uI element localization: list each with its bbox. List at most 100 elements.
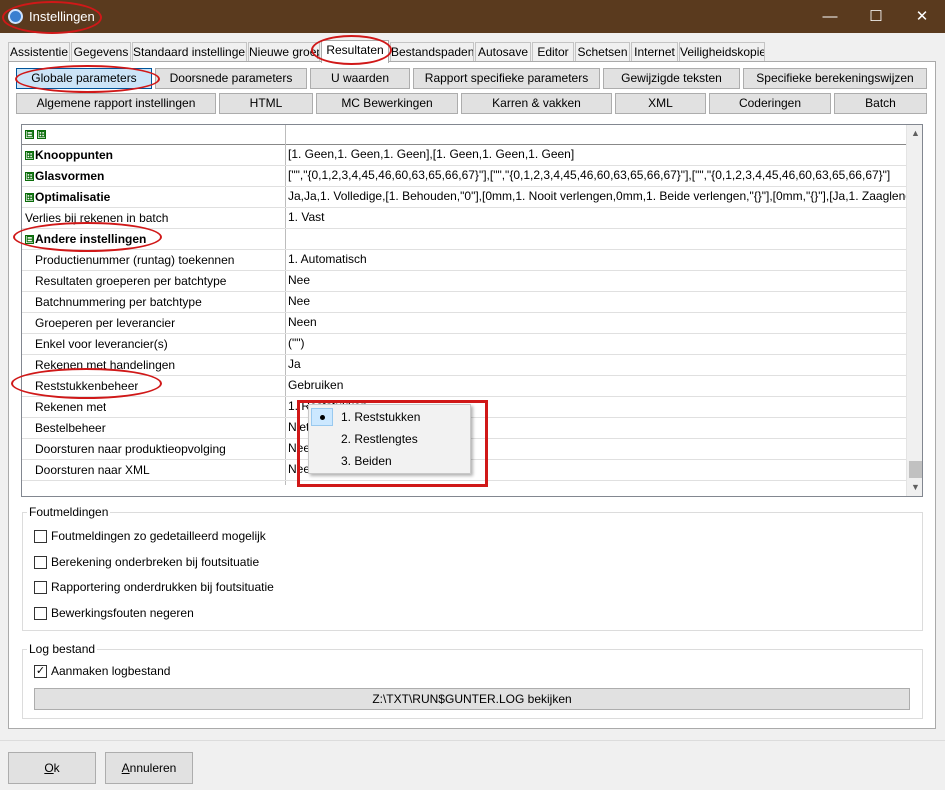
checkbox-label: Berekening onderbreken bij foutsituatie xyxy=(51,555,260,569)
grid-row-optimalisatie[interactable]: ⊞ Optimalisatie Ja,Ja,1. Volledige,[1. B… xyxy=(22,187,906,208)
property-grid: ⊟ ⊞ ⊞ Knooppunten [1. Geen,1. Geen,1. Ge… xyxy=(21,124,923,497)
xml-button[interactable]: XML xyxy=(615,93,706,114)
view-log-button[interactable]: Z:\TXT\RUN$GUNTER.LOG bekijken xyxy=(34,688,910,710)
mc-bewerkingen-button[interactable]: MC Bewerkingen xyxy=(316,93,458,114)
row-value: ["","{0,1,2,3,4,45,46,60,63,65,66,67}"],… xyxy=(288,168,891,182)
tab-resultaten[interactable]: Resultaten xyxy=(321,40,389,63)
grid-row-glasvormen[interactable]: ⊞ Glasvormen ["","{0,1,2,3,4,45,46,60,63… xyxy=(22,166,906,187)
row-name: Rekenen met xyxy=(35,400,107,414)
row-name: Resultaten groeperen per batchtype xyxy=(35,274,227,288)
grid-row-rekenen-met-handelingen[interactable]: Rekenen met handelingen Ja xyxy=(22,355,906,376)
window-title: Instellingen xyxy=(29,9,95,24)
option-label: 3. Beiden xyxy=(341,454,392,468)
doorsnede-parameters-button[interactable]: Doorsnede parameters xyxy=(155,68,307,89)
collapse-all-icon[interactable]: ⊟ xyxy=(25,130,34,139)
minimize-button[interactable]: — xyxy=(807,0,853,33)
close-button[interactable]: ✕ xyxy=(899,0,945,33)
cancel-button[interactable]: Annuleren xyxy=(105,752,193,784)
checkbox-rapportering-onderdrukken[interactable]: Rapportering onderdrukken bij foutsituat… xyxy=(34,580,434,596)
tab-standaard-instellingen[interactable]: Standaard instellingen xyxy=(132,42,247,62)
radio-dot-icon xyxy=(320,415,325,420)
tab-bestandspaden[interactable]: Bestandspaden xyxy=(390,42,474,62)
checkbox-box[interactable] xyxy=(34,556,47,569)
tab-assistentie[interactable]: Assistentie xyxy=(8,42,70,62)
row-value: Nee xyxy=(288,273,311,287)
row-name: Productienummer (runtag) toekennen xyxy=(35,253,235,267)
expand-icon[interactable]: ⊞ xyxy=(25,151,34,160)
scroll-thumb[interactable] xyxy=(909,461,922,478)
checkbox-box[interactable] xyxy=(34,607,47,620)
log-bestand-label: Log bestand xyxy=(27,642,98,656)
grid-row-resultaten-groeperen[interactable]: Resultaten groeperen per batchtype Nee xyxy=(22,271,906,292)
scroll-down-icon[interactable]: ▼ xyxy=(907,479,922,496)
vertical-scrollbar[interactable]: ▲ ▼ xyxy=(906,125,922,496)
row-name: Reststukkenbeheer xyxy=(35,379,139,393)
grid-row-reststukkenbeheer[interactable]: Reststukkenbeheer Gebruiken xyxy=(22,376,906,397)
tab-schetsen[interactable]: Schetsen xyxy=(575,42,630,62)
expand-all-icon[interactable]: ⊞ xyxy=(37,130,46,139)
row-name: Doorsturen naar produktieopvolging xyxy=(35,442,226,456)
tab-veiligheidskopie[interactable]: Veiligheidskopie xyxy=(679,42,765,62)
tab-editor[interactable]: Editor xyxy=(532,42,574,62)
u-waarden-button[interactable]: U waarden xyxy=(310,68,410,89)
collapse-icon[interactable]: ⊟ xyxy=(25,235,34,244)
grid-header: ⊟ ⊞ xyxy=(22,125,906,145)
tab-nieuwe-groep[interactable]: Nieuwe groep xyxy=(248,42,320,62)
tab-internet[interactable]: Internet xyxy=(631,42,678,62)
cancel-label: nnuleren xyxy=(129,761,177,775)
row-value: ("") xyxy=(288,336,305,350)
gewijzigde-teksten-button[interactable]: Gewijzigde teksten xyxy=(603,68,740,89)
dropdown-option-restlengtes[interactable]: 2. Restlengtes xyxy=(309,428,470,450)
option-label: 1. Reststukken xyxy=(341,410,421,424)
algemene-rapport-instellingen-button[interactable]: Algemene rapport instellingen xyxy=(16,93,216,114)
checkbox-bewerkingsfouten-negeren[interactable]: Bewerkingsfouten negeren xyxy=(34,606,434,622)
row-name: Doorsturen naar XML xyxy=(35,463,150,477)
checkbox-berekening-onderbreken[interactable]: Berekening onderbreken bij foutsituatie xyxy=(34,555,434,571)
maximize-button[interactable]: ☐ xyxy=(853,0,899,33)
tab-autosave[interactable]: Autosave xyxy=(475,42,531,62)
rekenen-met-dropdown: 1. Reststukken 2. Restlengtes 3. Beiden xyxy=(308,404,471,474)
specifieke-berekeningswijzen-button[interactable]: Specifieke berekeningswijzen xyxy=(743,68,927,89)
title-bar: Instellingen — ☐ ✕ xyxy=(0,0,945,33)
dropdown-option-reststukken[interactable]: 1. Reststukken xyxy=(309,406,470,428)
expand-icon[interactable]: ⊞ xyxy=(25,172,34,181)
html-button[interactable]: HTML xyxy=(219,93,313,114)
grid-row-batchnummering[interactable]: Batchnummering per batchtype Nee xyxy=(22,292,906,313)
grid-row-groeperen-per-leverancier[interactable]: Groeperen per leverancier Neen xyxy=(22,313,906,334)
globale-parameters-button[interactable]: Globale parameters xyxy=(16,68,152,89)
row-name: Andere instellingen xyxy=(35,232,147,246)
row-name: Bestelbeheer xyxy=(35,421,106,435)
selected-indicator xyxy=(311,408,333,426)
ok-button[interactable]: Ok xyxy=(8,752,96,784)
karren-vakken-button[interactable]: Karren & vakken xyxy=(461,93,612,114)
row-value: [1. Geen,1. Geen,1. Geen],[1. Geen,1. Ge… xyxy=(288,147,575,161)
scroll-up-icon[interactable]: ▲ xyxy=(907,125,922,142)
ok-label: k xyxy=(53,761,60,775)
checkbox-box[interactable] xyxy=(34,581,47,594)
grid-row-productienummer[interactable]: Productienummer (runtag) toekennen 1. Au… xyxy=(22,250,906,271)
checkbox-box[interactable] xyxy=(34,530,47,543)
row-value xyxy=(288,229,906,249)
coderingen-button[interactable]: Coderingen xyxy=(709,93,831,114)
tab-gegevens[interactable]: Gegevens xyxy=(71,42,131,62)
checkbox-foutmeldingen-gedetailleerd[interactable]: Foutmeldingen zo gedetailleerd mogelijk xyxy=(34,529,434,545)
checkbox-box[interactable]: ✓ xyxy=(34,665,47,678)
grid-row-verlies-bij-rekenen[interactable]: Verlies bij rekenen in batch 1. Vast xyxy=(22,208,906,229)
row-name: Glasvormen xyxy=(35,169,105,183)
grid-row-knooppunten[interactable]: ⊞ Knooppunten [1. Geen,1. Geen,1. Geen],… xyxy=(22,145,906,166)
row-value: Neen xyxy=(288,315,317,329)
expand-icon[interactable]: ⊞ xyxy=(25,193,34,202)
cancel-accelerator: A xyxy=(121,761,130,775)
checkbox-aanmaken-logbestand[interactable]: ✓ Aanmaken logbestand xyxy=(34,664,334,680)
row-name: Rekenen met handelingen xyxy=(35,358,176,372)
grid-row-andere-instellingen[interactable]: ⊟ Andere instellingen xyxy=(22,229,906,250)
row-value: Gebruiken xyxy=(288,378,344,392)
rapport-specifieke-parameters-button[interactable]: Rapport specifieke parameters xyxy=(413,68,600,89)
batch-button[interactable]: Batch xyxy=(834,93,927,114)
grid-row-enkel-voor-leverancier[interactable]: Enkel voor leverancier(s) ("") xyxy=(22,334,906,355)
row-value: Ja xyxy=(288,357,301,371)
row-value: Ja,Ja,1. Volledige,[1. Behouden,"0"],[0m… xyxy=(288,189,906,203)
footer-divider xyxy=(0,740,945,741)
checkbox-label: Aanmaken logbestand xyxy=(51,664,171,678)
dropdown-option-beiden[interactable]: 3. Beiden xyxy=(309,450,470,472)
